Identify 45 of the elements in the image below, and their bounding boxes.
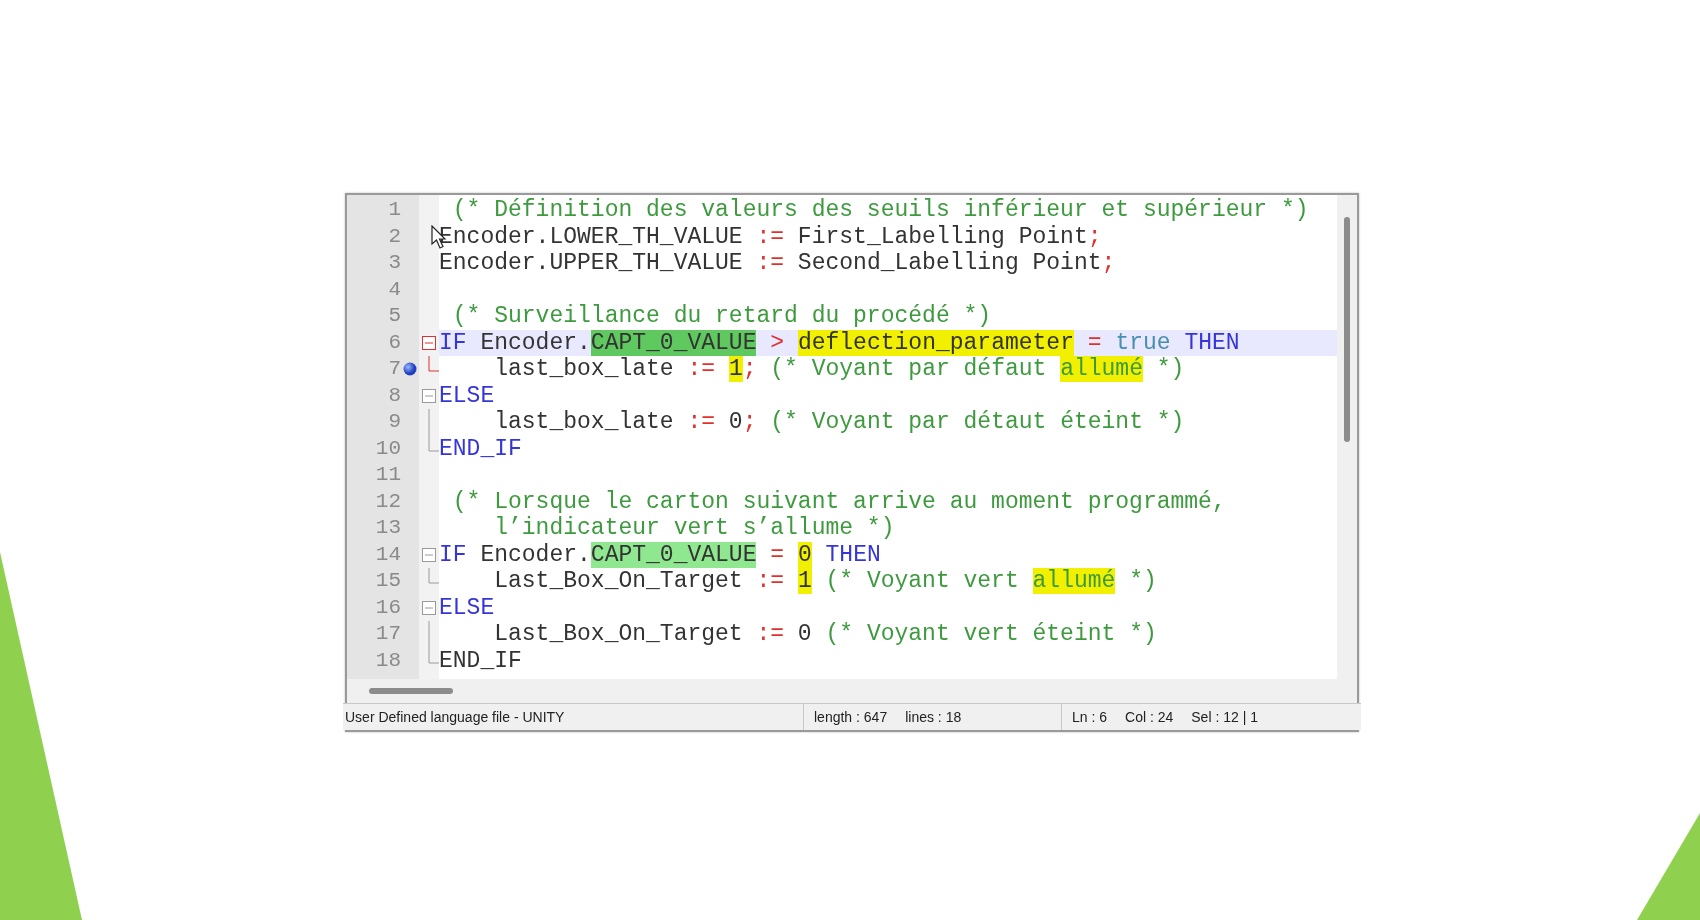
line-number: 10 [374, 435, 401, 462]
fold-minus-icon[interactable] [422, 600, 436, 615]
line-position-label: Ln : 6 [1072, 709, 1108, 725]
code-line: ELSE [439, 594, 495, 621]
line-number: 13 [374, 515, 401, 541]
length-label: length : 647 [814, 709, 888, 725]
code-line: (* Surveillance du retard du procédé *) [451, 303, 992, 330]
line-number: 12 [374, 488, 401, 515]
code-line: (* Lorsque le carton suivant arrive au moment programmé, [451, 488, 1226, 515]
line-number: 14 [374, 541, 401, 568]
code-line: ELSE [439, 382, 495, 409]
line-number: 17 [374, 621, 401, 647]
code-line: END_IF [439, 435, 522, 462]
fold-minus-icon[interactable] [422, 388, 436, 403]
code-line: last_box_late := 0; (* Voyant par détaut éteint *) [493, 409, 1185, 436]
line-number: 8 [387, 382, 401, 409]
code-line: Encoder.LOWER_TH_VALUE := First_Labelling Point; [439, 223, 1102, 250]
code-line: Last_Box_On_Target := 0 (* Voyant vert éteint *) [493, 621, 1157, 648]
code-line: (* Définition des valeurs des seuils inférieur et supérieur *) [451, 197, 1309, 224]
lines-label: lines : 18 [905, 709, 962, 725]
selection-label: Sel : 12 | 1 [1191, 709, 1258, 725]
line-number: 15 [374, 568, 401, 594]
fold-minus-icon[interactable] [422, 335, 436, 350]
line-number: 9 [387, 409, 401, 435]
code-line: Last_Box_On_Target := 1 (* Voyant vert allumé *) [493, 568, 1157, 595]
vertical-scrollbar[interactable] [1337, 195, 1357, 679]
line-number: 2 [387, 223, 401, 250]
line-number: 1 [387, 197, 401, 223]
code-line: last_box_late := 1; (* Voyant par défaut allumé *) [493, 356, 1185, 383]
line-number: 16 [374, 594, 401, 621]
line-number: 7 [387, 356, 401, 382]
bookmark-icon[interactable] [403, 362, 417, 377]
code-line: l’indicateur vert s’allume *) [493, 515, 895, 542]
line-number: 3 [387, 250, 401, 276]
code-line: Encoder.UPPER_TH_VALUE := Second_Labelling Point; [439, 250, 1116, 277]
fold-minus-icon[interactable] [422, 547, 436, 562]
line-number: 6 [387, 329, 401, 356]
code-line: IF Encoder.CAPT_0_VALUE = 0 THEN [439, 541, 881, 568]
language-label: User Defined language file - UNITY [345, 709, 565, 725]
line-number: 11 [374, 462, 401, 488]
code-line: END_IF [439, 647, 522, 674]
column-position-label: Col : 24 [1125, 709, 1174, 725]
line-number: 5 [387, 303, 401, 329]
line-number: 4 [387, 276, 401, 303]
line-number: 18 [374, 647, 401, 674]
